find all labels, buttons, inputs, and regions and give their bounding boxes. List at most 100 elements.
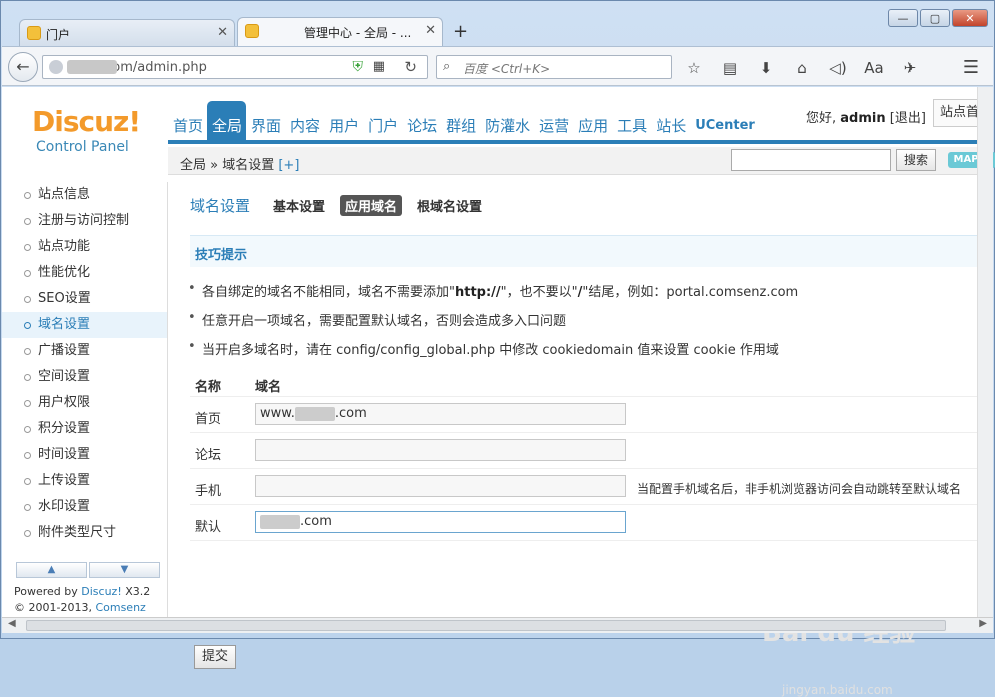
close-window-button[interactable]: ✕	[952, 9, 988, 27]
nav-item[interactable]: 用户	[324, 113, 363, 143]
logout-link[interactable]: [退出]	[890, 111, 926, 126]
discuz-favicon-icon	[27, 26, 41, 40]
subtab-basic[interactable]: 基本设置	[268, 195, 330, 216]
nav-item[interactable]: 防灌水	[480, 113, 534, 143]
extension-icon[interactable]: ✈	[898, 57, 922, 79]
add-shortcut-link[interactable]: [+]	[278, 158, 299, 173]
nav-item-active[interactable]: 全局	[207, 101, 247, 143]
domain-form: 名称 域名 首页 www. .com 论坛 手机 当配置手机域名后，非手机浏览器访…	[190, 365, 977, 541]
window-controls: — ▢ ✕	[888, 9, 988, 27]
home-icon[interactable]: ⌂	[790, 57, 814, 79]
qr-code-icon[interactable]: ▦	[373, 59, 385, 74]
username: admin	[840, 111, 886, 126]
tips-title: 技巧提示	[195, 248, 248, 263]
col-domain: 域名	[255, 380, 282, 395]
nav-item[interactable]: 应用	[573, 113, 612, 143]
nav-item[interactable]: 门户	[363, 113, 402, 143]
sidebar-item[interactable]: 积分设置	[2, 416, 167, 442]
scroll-left-icon[interactable]: ◀	[8, 618, 16, 629]
toolbar-icons: ☆ ▤ ⬇ ⌂ ◁) Aa ✈	[682, 57, 934, 79]
sidebar-item[interactable]: 用户权限	[2, 390, 167, 416]
powered-brand[interactable]: Discuz!	[81, 585, 121, 598]
subtab-app-domain[interactable]: 应用域名	[340, 195, 403, 216]
shield-icon[interactable]: ⛨	[353, 59, 364, 75]
nav-item[interactable]: 界面	[246, 113, 285, 143]
bookmark-star-icon[interactable]: ☆	[682, 57, 706, 79]
sidebar: 站点信息 注册与访问控制 站点功能 性能优化 SEO设置 域名设置 广播设置 空…	[2, 182, 168, 630]
baidu-watermark-url: jingyan.baidu.com	[782, 683, 893, 697]
sidebar-item[interactable]: 站点信息	[2, 182, 167, 208]
vertical-scrollbar[interactable]	[977, 87, 993, 617]
table-row: 手机 当配置手机域名后，非手机浏览器访问会自动跳转至默认域名	[190, 469, 977, 505]
nav-item[interactable]: 群组	[441, 113, 480, 143]
powered-version: X3.2	[125, 585, 151, 598]
page-viewport: Discuz! 首页 全局 界面 内容 用户 门户 论坛 群组 防灌水 运营 应…	[2, 87, 995, 697]
horizontal-scrollbar[interactable]: ◀ ▶	[2, 617, 993, 633]
sidebar-item[interactable]: 时间设置	[2, 442, 167, 468]
search-button[interactable]: 搜索	[896, 149, 936, 171]
nav-item[interactable]: 首页	[168, 113, 207, 143]
scroll-down-icon[interactable]: ▼	[89, 562, 160, 578]
tip-item: 当开启多域名时，请在 config/config_global.php 中修改 …	[188, 339, 798, 368]
sidebar-item[interactable]: 站点功能	[2, 234, 167, 260]
redacted-domain	[67, 60, 117, 74]
tips-header: 技巧提示	[190, 235, 977, 267]
new-tab-button[interactable]: +	[453, 21, 468, 42]
user-area: 您好, admin [退出]	[806, 107, 926, 126]
sidebar-item[interactable]: 广播设置	[2, 338, 167, 364]
reading-list-icon[interactable]: ▤	[718, 57, 742, 79]
close-tab-icon[interactable]: ✕	[425, 23, 436, 38]
scroll-right-icon[interactable]: ▶	[979, 618, 987, 629]
admin-search-input[interactable]	[731, 149, 891, 171]
page-title: 域名设置	[190, 197, 251, 215]
hamburger-menu-icon[interactable]: ☰	[963, 57, 979, 78]
reader-mode-icon[interactable]: Aa	[862, 57, 886, 79]
nav-item[interactable]: 论坛	[402, 113, 441, 143]
table-row: 首页 www. .com	[190, 397, 977, 433]
nav-item-ucenter[interactable]: UCenter	[690, 113, 759, 143]
url-bar[interactable]: .com/admin.php ⛨ ▦ ↻	[42, 55, 428, 79]
browser-window: 门户 ✕ 管理中心 - 全局 - ... ✕ + — ▢ ✕ ← .com/ad…	[0, 0, 995, 697]
search-input[interactable]: ⌕ 百度 <Ctrl+K>	[436, 55, 672, 79]
mobile-domain-input[interactable]	[255, 475, 626, 497]
home-domain-input[interactable]: www. .com	[255, 403, 626, 425]
nav-item[interactable]: 内容	[285, 113, 324, 143]
submit-button[interactable]: 提交	[194, 645, 236, 669]
close-tab-icon[interactable]: ✕	[217, 25, 228, 40]
globe-icon	[49, 60, 63, 74]
table-header: 名称 域名	[190, 365, 977, 397]
forum-domain-input[interactable]	[255, 439, 626, 461]
browser-toolbar: ← .com/admin.php ⛨ ▦ ↻ ⌕ 百度 <Ctrl+K> ☆ ▤…	[2, 46, 993, 86]
main-nav: 首页 全局 界面 内容 用户 门户 论坛 群组 防灌水 运营 应用 工具 站长 …	[168, 87, 759, 143]
tab-portal[interactable]: 门户 ✕	[19, 19, 235, 47]
nav-item[interactable]: 站长	[651, 113, 690, 143]
back-arrow-icon[interactable]: ←	[8, 52, 38, 82]
download-icon[interactable]: ⬇	[754, 57, 778, 79]
nav-item[interactable]: 工具	[612, 113, 651, 143]
sidebar-item[interactable]: 空间设置	[2, 364, 167, 390]
maximize-button[interactable]: ▢	[920, 9, 950, 27]
row-label: 论坛	[195, 448, 222, 463]
minimize-button[interactable]: —	[888, 9, 918, 27]
sidebar-item[interactable]: 上传设置	[2, 468, 167, 494]
speaker-icon[interactable]: ◁)	[826, 57, 850, 79]
nav-item[interactable]: 运营	[534, 113, 573, 143]
sidebar-item[interactable]: 附件类型尺寸	[2, 520, 167, 546]
sidebar-item[interactable]: 注册与访问控制	[2, 208, 167, 234]
sidebar-item[interactable]: SEO设置	[2, 286, 167, 312]
sidebar-item[interactable]: 性能优化	[2, 260, 167, 286]
sidebar-item-active[interactable]: 域名设置	[2, 312, 167, 338]
tip-item: 任意开启一项域名，需要配置默认域名，否则会造成多入口问题	[188, 310, 798, 339]
default-domain-input[interactable]: .com	[255, 511, 626, 533]
breadcrumb: 全局 » 域名设置 [+]	[180, 154, 299, 173]
discuz-logo[interactable]: Discuz!	[32, 105, 141, 138]
scroll-thumb[interactable]	[26, 620, 946, 631]
scroll-up-icon[interactable]: ▲	[16, 562, 87, 578]
admin-header: Discuz! 首页 全局 界面 内容 用户 门户 论坛 群组 防灌水 运营 应…	[2, 87, 993, 144]
reload-icon[interactable]: ↻	[404, 58, 417, 76]
subtab-root-domain[interactable]: 根域名设置	[412, 195, 487, 216]
sidebar-item[interactable]: 水印设置	[2, 494, 167, 520]
tab-admin[interactable]: 管理中心 - 全局 - ... ✕	[237, 17, 443, 47]
redacted-text	[294, 406, 335, 421]
tip-item: 各自绑定的域名不能相同，域名不需要添加"http://"，也不要以"/"结尾，例…	[188, 281, 798, 310]
